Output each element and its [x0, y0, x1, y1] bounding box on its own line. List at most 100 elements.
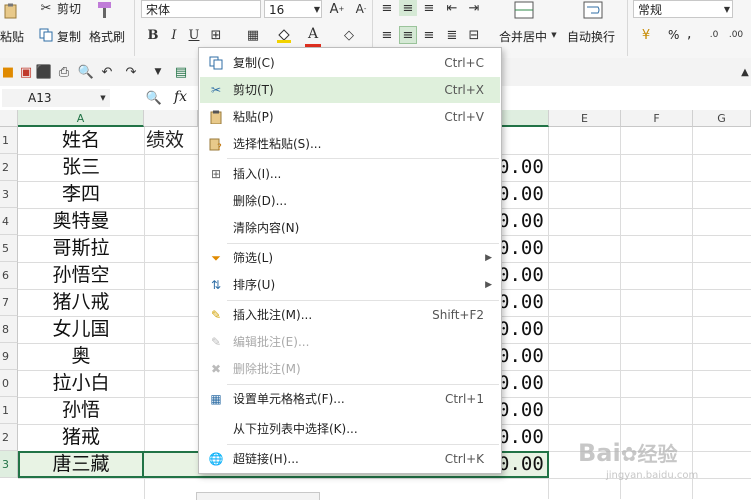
- cell-a2[interactable]: 张三: [18, 154, 144, 181]
- column-header-a[interactable]: A: [18, 110, 144, 127]
- number-format-dropdown-icon[interactable]: ▼: [722, 2, 732, 16]
- align-left-icon[interactable]: ≡: [378, 26, 396, 44]
- zoom-search-icon[interactable]: 🔍: [146, 89, 162, 107]
- font-size-dropdown-icon[interactable]: ▼: [312, 2, 322, 16]
- number-format-select[interactable]: 常规: [633, 0, 733, 18]
- menu-item-clear-contents[interactable]: 清除内容(N): [200, 215, 500, 241]
- cell-a4[interactable]: 奥特曼: [18, 208, 144, 235]
- underline-icon[interactable]: U: [186, 26, 202, 44]
- menu-item-hyperlink[interactable]: 🌐 超链接(H)... Ctrl+K: [200, 446, 500, 472]
- cut-button[interactable]: 剪切: [57, 0, 81, 17]
- cell-b1[interactable]: 绩效: [146, 127, 198, 154]
- align-right-icon[interactable]: ≡: [420, 26, 438, 44]
- merge-center-button[interactable]: 合并居中: [499, 28, 547, 45]
- print-icon[interactable]: ⎙: [56, 64, 72, 80]
- cell-d8[interactable]: 0.00: [498, 316, 546, 343]
- indent-increase-icon[interactable]: ⇥: [465, 0, 483, 16]
- row-header[interactable]: 6: [0, 262, 18, 289]
- row-header[interactable]: 9: [0, 343, 18, 370]
- cell-d7[interactable]: 0.00: [498, 289, 546, 316]
- cell-a8[interactable]: 女儿国: [18, 316, 144, 343]
- row-header[interactable]: 7: [0, 289, 18, 316]
- cell-a1[interactable]: 姓名: [18, 127, 144, 154]
- percent-button[interactable]: %: [668, 28, 679, 42]
- cell-a11[interactable]: 孙悟: [18, 397, 144, 424]
- format-painter-button[interactable]: 格式刷: [89, 28, 125, 45]
- wrap-text-button[interactable]: 自动换行: [567, 28, 615, 45]
- menu-item-cut[interactable]: ✂ 剪切(T) Ctrl+X: [200, 77, 500, 103]
- border-icon[interactable]: ⊞: [208, 26, 224, 44]
- paste-button[interactable]: 粘贴: [0, 28, 24, 45]
- menu-item-paste-special[interactable]: ? 选择性粘贴(S)...: [200, 131, 500, 157]
- row-header[interactable]: 8: [0, 316, 18, 343]
- name-box-dropdown-icon[interactable]: ▼: [98, 91, 108, 105]
- excel-icon[interactable]: ▤: [172, 63, 190, 81]
- row-header[interactable]: 4: [0, 208, 18, 235]
- indent-decrease-icon[interactable]: ⇤: [443, 0, 461, 16]
- distributed-icon[interactable]: ⊟: [465, 26, 483, 44]
- italic-icon[interactable]: I: [166, 26, 182, 44]
- increase-decimal-icon[interactable]: .0: [705, 26, 723, 44]
- row-header[interactable]: 2: [0, 154, 18, 181]
- customize-dropdown-icon[interactable]: ▼: [152, 64, 164, 80]
- decrease-font-icon[interactable]: A-: [352, 0, 370, 18]
- cell-a12[interactable]: 猪戒: [18, 424, 144, 451]
- menu-item-insert[interactable]: ⊞ 插入(I)...: [200, 161, 500, 187]
- row-header[interactable]: 1: [0, 127, 18, 154]
- export-pdf-icon[interactable]: ▣: [18, 64, 34, 80]
- row-header[interactable]: 2: [0, 424, 18, 451]
- column-header-f[interactable]: F: [621, 110, 693, 127]
- row-header[interactable]: 0: [0, 370, 18, 397]
- column-header-e[interactable]: E: [549, 110, 621, 127]
- increase-font-icon[interactable]: A +: [328, 0, 346, 18]
- paste-icon[interactable]: [2, 2, 20, 20]
- column-header-b[interactable]: [144, 110, 198, 127]
- thousands-button[interactable]: ,: [687, 26, 691, 42]
- row-header[interactable]: 3: [0, 181, 18, 208]
- decrease-decimal-icon[interactable]: .00: [727, 26, 745, 44]
- cell-d2[interactable]: 0.00: [498, 154, 546, 181]
- cell-d9[interactable]: 0.00: [498, 343, 546, 370]
- align-top-icon[interactable]: ≡: [378, 0, 396, 16]
- copy-button[interactable]: 复制: [57, 28, 81, 45]
- fill-color-icon[interactable]: [275, 26, 293, 44]
- cell-a5[interactable]: 哥斯拉: [18, 235, 144, 262]
- menu-item-format-cells[interactable]: ▦ 设置单元格格式(F)... Ctrl+1: [200, 386, 500, 412]
- column-header-d[interactable]: [502, 110, 549, 127]
- fx-button[interactable]: fx: [174, 89, 187, 105]
- print-preview-icon[interactable]: 🔍: [78, 64, 94, 80]
- pdf-icon[interactable]: ⬛: [36, 64, 52, 80]
- bold-icon[interactable]: B: [145, 26, 161, 44]
- corner-select-all[interactable]: [0, 110, 18, 127]
- font-color-icon[interactable]: A: [305, 24, 321, 47]
- cell-d5[interactable]: 0.00: [498, 235, 546, 262]
- row-header[interactable]: 1: [0, 397, 18, 424]
- align-bottom-icon[interactable]: ≡: [420, 0, 438, 16]
- align-middle-icon[interactable]: ≡: [399, 0, 417, 16]
- cell-style-icon[interactable]: ▦: [245, 26, 261, 44]
- menu-item-filter[interactable]: ⏷ 筛选(L) ▶: [200, 245, 500, 271]
- cell-d12[interactable]: 0.00: [498, 424, 546, 451]
- align-center-icon[interactable]: ≡: [399, 26, 417, 44]
- copy-icon[interactable]: [38, 27, 54, 43]
- row-header[interactable]: 5: [0, 235, 18, 262]
- format-painter-icon[interactable]: [94, 0, 116, 20]
- cell-d6[interactable]: 0.00: [498, 262, 546, 289]
- currency-icon[interactable]: ¥: [636, 26, 656, 44]
- cell-a7[interactable]: 猪八戒: [18, 289, 144, 316]
- cell-d3[interactable]: 0.00: [498, 181, 546, 208]
- menu-item-pick-from-list[interactable]: 从下拉列表中选择(K)...: [200, 416, 500, 442]
- menu-item-copy[interactable]: 复制(C) Ctrl+C: [200, 50, 500, 76]
- row-header[interactable]: 3: [0, 451, 18, 478]
- cell-a9[interactable]: 奥: [18, 343, 144, 370]
- wrap-text-icon[interactable]: [582, 0, 604, 20]
- font-name-select[interactable]: 宋体: [141, 0, 261, 18]
- cell-d11[interactable]: 0.00: [498, 397, 546, 424]
- menu-item-paste[interactable]: 粘贴(P) Ctrl+V: [200, 104, 500, 130]
- scissors-icon[interactable]: ✂: [38, 0, 54, 16]
- name-box[interactable]: A13: [2, 89, 110, 107]
- cell-a10[interactable]: 拉小白: [18, 370, 144, 397]
- clear-format-icon[interactable]: ◇: [340, 26, 358, 44]
- menu-item-insert-comment[interactable]: ✎ 插入批注(M)... Shift+F2: [200, 302, 500, 328]
- undo-icon[interactable]: ↶: [100, 64, 114, 80]
